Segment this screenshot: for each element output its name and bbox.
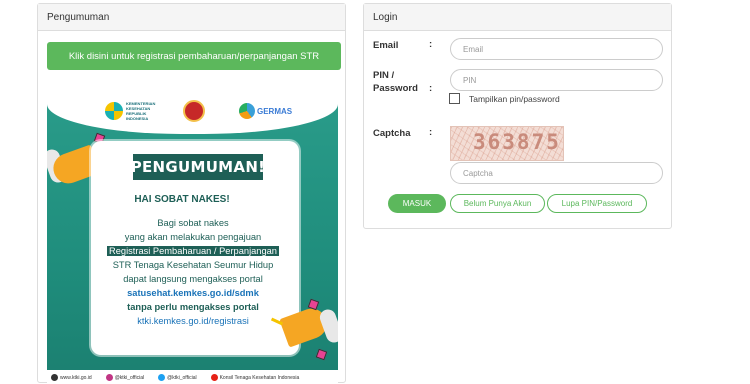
colon: : [429,127,433,138]
colon: : [429,39,433,50]
poster-title: PENGUMUMAN! [131,152,265,182]
cube-icon [315,348,328,361]
poster-greeting: HAI SOBAT NAKES! [134,194,230,205]
poster-line: dapat langsung mengakses portal [123,274,263,284]
pin-label: PIN / Password [373,70,418,94]
colon: : [429,83,433,94]
footer-website: www.ktki.go.id [60,374,92,381]
footer-youtube: Konsil Tenaga Kesehatan Indonesia [219,374,300,381]
register-str-button[interactable]: Klik disini untuk registrasi pembaharuan… [47,42,341,70]
announcement-panel: Pengumuman Klik disini untuk registrasi … [37,3,346,384]
megaphone-icon [279,304,338,348]
show-pin-checkbox[interactable] [449,93,460,104]
email-label: Email [373,40,399,51]
login-panel: Login Email : PIN / Password : Tampilkan… [363,3,672,229]
login-button[interactable]: MASUK [388,194,446,213]
captcha-image: 363875 [450,126,564,161]
forgot-pin-button[interactable]: Lupa PIN/Password [547,194,647,213]
show-pin-label[interactable]: Tampilkan pin/password [469,94,560,104]
poster-footer: www.ktki.go.id @ktki_official @ktki_offi… [47,370,338,384]
register-account-button[interactable]: Belum Punya Akun [450,194,545,213]
login-header: Login [364,4,671,31]
germas-logo: GERMAS [239,100,292,122]
poster-highlight: Registrasi Pembaharuan / Perpanjangan [107,246,279,256]
poster-link-ktki: ktki.kemkes.go.id/registrasi [137,316,249,326]
captcha-input[interactable] [450,162,663,184]
captcha-label: Captcha [373,128,411,139]
poster-line: STR Tenaga Kesehatan Seumur Hidup [112,260,274,270]
footer-instagram: @ktki_official [114,374,145,381]
footer-twitter: @ktki_official [167,374,197,381]
poster-link-satusehat: satusehat.kemkes.go.id/sdmk [127,288,259,298]
announcement-poster: KEMENTERIAN KESEHATAN REPUBLIK INDONESIA GE… [47,92,338,384]
poster-line: yang akan melakukan pengajuan [124,232,262,242]
announcement-header: Pengumuman [38,4,345,31]
poster-line: tanpa perlu mengakses portal [127,302,259,312]
seal-logo [183,100,205,122]
poster-body: Bagi sobat nakes yang akan melakukan pen… [93,216,293,328]
pin-input[interactable] [450,69,663,91]
kemenkes-logo: KEMENTERIAN KESEHATAN REPUBLIK INDONESIA [105,100,162,122]
email-input[interactable] [450,38,663,60]
captcha-code: 363875 [473,130,561,154]
poster-line: Bagi sobat nakes [157,218,229,228]
